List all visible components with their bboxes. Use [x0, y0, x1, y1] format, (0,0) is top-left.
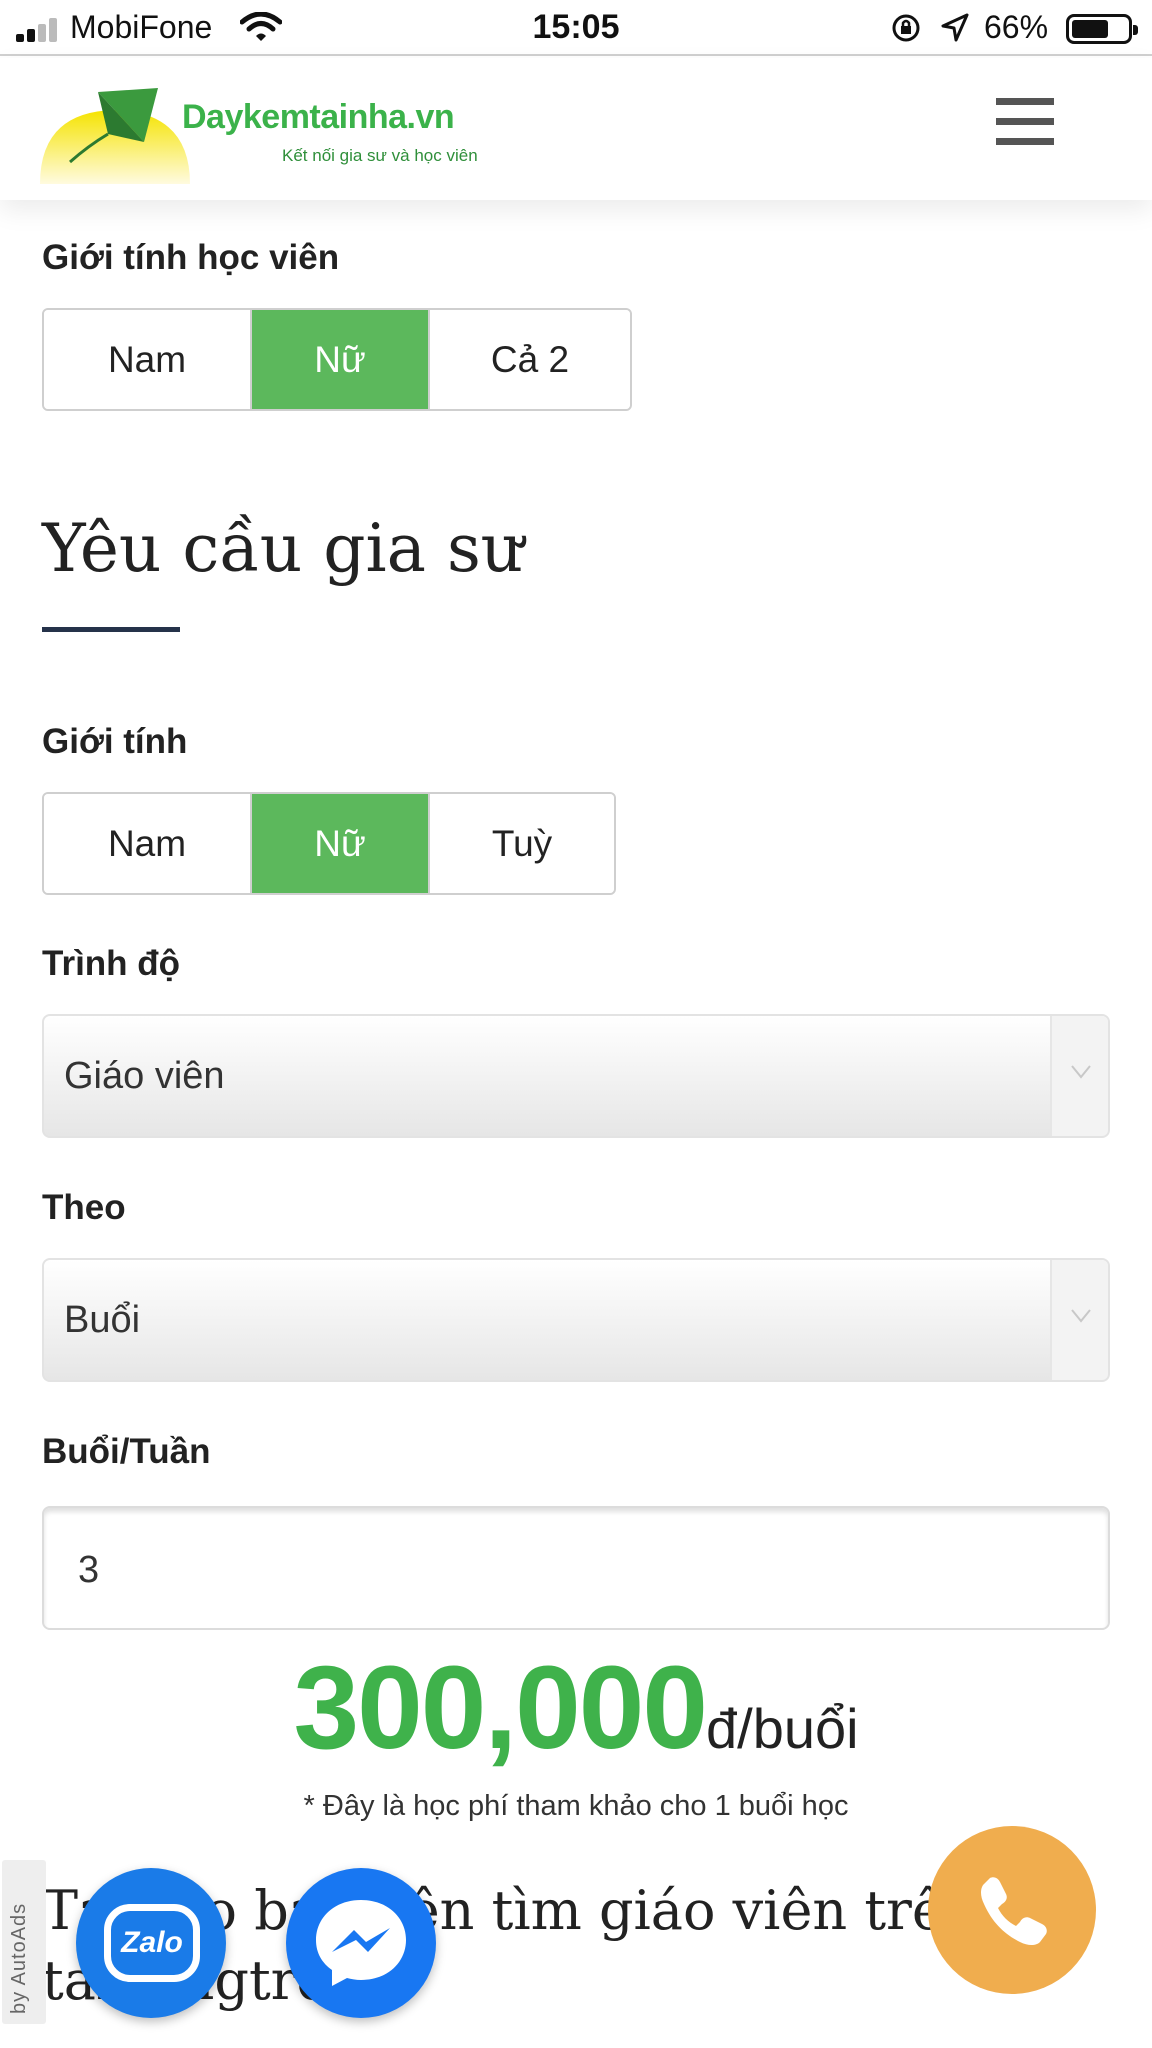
by-select-value: Buổi: [64, 1299, 141, 1341]
tutor-gender-selector: Nam Nữ Tuỳ: [42, 792, 616, 895]
student-gender-selector: Nam Nữ Cả 2: [42, 308, 632, 411]
zalo-button[interactable]: Zalo: [76, 1868, 226, 2018]
level-select[interactable]: Giáo viên: [42, 1014, 1110, 1138]
kite-logo-icon: [40, 88, 190, 184]
student-gender-option-both[interactable]: Cả 2: [430, 310, 630, 409]
level-label: Trình độ: [42, 944, 181, 983]
rotation-lock-icon: [892, 14, 920, 42]
hamburger-icon[interactable]: [996, 98, 1054, 146]
by-label: Theo: [42, 1188, 126, 1227]
phone-icon: [981, 1877, 1047, 1945]
status-bar: MobiFone 15:05 66%: [0, 0, 1152, 56]
sessions-per-week-label: Buổi/Tuần: [42, 1432, 211, 1471]
messenger-icon: [316, 1900, 406, 1986]
autoads-tab[interactable]: by AutoAds: [2, 1860, 46, 2024]
chevron-down-icon: [1071, 1309, 1091, 1323]
tutor-gender-label: Giới tính: [42, 722, 188, 761]
page: MobiFone 15:05 66% Daykemtainha.vn Kết n…: [0, 0, 1152, 2048]
by-select[interactable]: Buổi: [42, 1258, 1110, 1382]
logo-name: Daykemtainha.vn: [182, 98, 455, 136]
student-gender-option-male[interactable]: Nam: [44, 310, 252, 409]
logo-tagline: Kết nối gia sư và học viên: [282, 146, 478, 165]
level-select-value: Giáo viên: [64, 1055, 225, 1097]
sessions-per-week-value: 3: [78, 1549, 100, 1591]
section-title: Yêu cầu gia sư: [42, 510, 524, 587]
chevron-down-icon: [1071, 1065, 1091, 1079]
student-gender-label: Giới tính học viên: [42, 238, 340, 277]
level-select-arrow-box: [1050, 1016, 1108, 1136]
price-unit: đ/buổi: [705, 1697, 859, 1760]
tutor-gender-option-female[interactable]: Nữ: [252, 794, 430, 893]
price-display: 300,000đ/buổi: [0, 1640, 1152, 1776]
price-note: * Đây là học phí tham khảo cho 1 buổi họ…: [303, 1790, 849, 1822]
battery-percent: 66%: [984, 9, 1049, 45]
battery-icon: [1066, 14, 1138, 44]
clock: 15:05: [532, 8, 620, 46]
sessions-per-week-input[interactable]: 3: [42, 1506, 1110, 1630]
phone-button[interactable]: [928, 1826, 1096, 1994]
zalo-label: Zalo: [121, 1926, 183, 1959]
student-gender-option-female[interactable]: Nữ: [252, 310, 430, 409]
location-icon: [941, 13, 969, 42]
tutor-gender-option-any[interactable]: Tuỳ: [430, 794, 614, 893]
autoads-label: by AutoAds: [8, 1902, 30, 2014]
price-amount: 300,000: [293, 1642, 708, 1774]
messenger-button[interactable]: [286, 1868, 436, 2018]
by-select-arrow-box: [1050, 1260, 1108, 1380]
title-underline: [42, 627, 180, 632]
site-header: Daykemtainha.vn Kết nối gia sư và học vi…: [0, 58, 1152, 200]
tutor-gender-option-male[interactable]: Nam: [44, 794, 252, 893]
site-logo[interactable]: Daykemtainha.vn Kết nối gia sư và học vi…: [40, 88, 500, 184]
zalo-icon: Zalo: [104, 1904, 200, 1982]
